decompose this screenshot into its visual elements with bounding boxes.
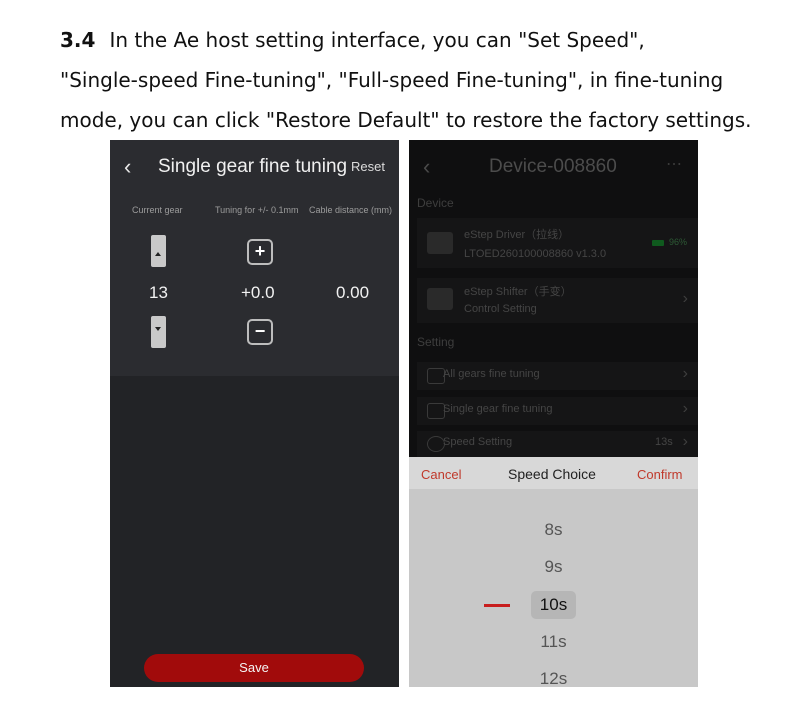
gear-up-button[interactable]: [151, 235, 166, 267]
cable-distance-value: 0.00: [336, 283, 370, 302]
settings-row-label: Single gear fine tuning: [443, 403, 553, 415]
settings-row-speed[interactable]: Speed Setting 13s ›: [417, 431, 698, 457]
confirm-button[interactable]: Confirm: [637, 467, 683, 482]
arrow-up-icon: [155, 252, 161, 256]
settings-row-single-gear[interactable]: Single gear fine tuning ›: [417, 397, 698, 425]
setting-section-label: Setting: [417, 335, 455, 349]
shifter-device-icon: [427, 288, 453, 310]
picker-option[interactable]: 11s: [409, 632, 698, 652]
paragraph-line-3: mode, you can click "Restore Default" to…: [60, 108, 752, 132]
picker-option[interactable]: 9s: [409, 557, 698, 577]
chevron-left-icon[interactable]: ‹: [423, 154, 430, 180]
column-cable-distance: Cable distance (mm): [309, 205, 393, 215]
chevron-right-icon: ›: [682, 290, 688, 307]
device-section-label: Device: [417, 196, 454, 210]
gear-down-button[interactable]: [151, 316, 166, 348]
arrow-down-icon: [155, 327, 161, 331]
shifter-name: eStep Shifter（手变）: [464, 286, 572, 298]
battery-level: 96%: [669, 237, 688, 247]
reset-button[interactable]: Reset: [351, 159, 385, 174]
tuning-minus-button[interactable]: −: [247, 319, 273, 345]
paragraph-line-1: 3.4 In the Ae host setting interface, you…: [60, 20, 780, 60]
shifter-card[interactable]: eStep Shifter（手变） Control Setting ›: [417, 278, 698, 323]
picker-option-selected[interactable]: 10s: [409, 595, 698, 615]
driver-name: eStep Driver（拉线）: [464, 229, 570, 241]
document-paragraph: 3.4 In the Ae host setting interface, you…: [60, 20, 780, 140]
screen-title: Single gear fine tuning: [158, 156, 348, 177]
paragraph-line-2: "Single-speed Fine-tuning", "Full-speed …: [60, 68, 724, 92]
chevron-left-icon[interactable]: ‹: [124, 154, 131, 180]
device-title: Device-008860: [489, 156, 617, 177]
tuning-plus-button[interactable]: +: [247, 239, 273, 265]
tuning-value: +0.0: [241, 283, 275, 302]
column-tuning: Tuning for +/- 0.1mm: [215, 205, 299, 215]
driver-id: LTOED260100008860 v1.3.0: [464, 248, 607, 260]
device-screen: ‹ Device-008860 ⋯ Device eStep Driver（拉线…: [409, 140, 698, 687]
current-gear-value: 13: [149, 283, 168, 302]
cancel-button[interactable]: Cancel: [421, 467, 461, 482]
save-button[interactable]: Save: [144, 654, 364, 682]
chevron-right-icon: ›: [682, 365, 688, 382]
picker-title: Speed Choice: [508, 466, 596, 482]
chevron-right-icon: ›: [682, 400, 688, 417]
speed-value: 13s: [655, 436, 673, 448]
shifter-subtitle: Control Setting: [464, 303, 537, 315]
settings-row-label: Speed Setting: [443, 436, 513, 448]
picker-option[interactable]: 8s: [409, 520, 698, 540]
chevron-right-icon: ›: [682, 433, 688, 450]
settings-row-all-gears[interactable]: All gears fine tuning ›: [417, 362, 698, 390]
more-dots-icon[interactable]: ⋯: [666, 154, 682, 174]
paragraph-text-1: In the Ae host setting interface, you ca…: [109, 28, 645, 52]
settings-row-label: All gears fine tuning: [443, 368, 540, 380]
section-number: 3.4: [60, 28, 96, 52]
battery-icon: [652, 240, 664, 246]
speed-picker-sheet: Cancel Speed Choice Confirm 8s 9s 10s 11…: [409, 457, 698, 687]
picker-option[interactable]: 12s: [409, 669, 698, 687]
single-gear-screen: ‹ Single gear fine tuning Reset Current …: [110, 140, 399, 687]
column-current-gear: Current gear: [132, 205, 183, 215]
picker-header: Cancel Speed Choice Confirm: [409, 457, 698, 489]
driver-device-icon: [427, 232, 453, 254]
